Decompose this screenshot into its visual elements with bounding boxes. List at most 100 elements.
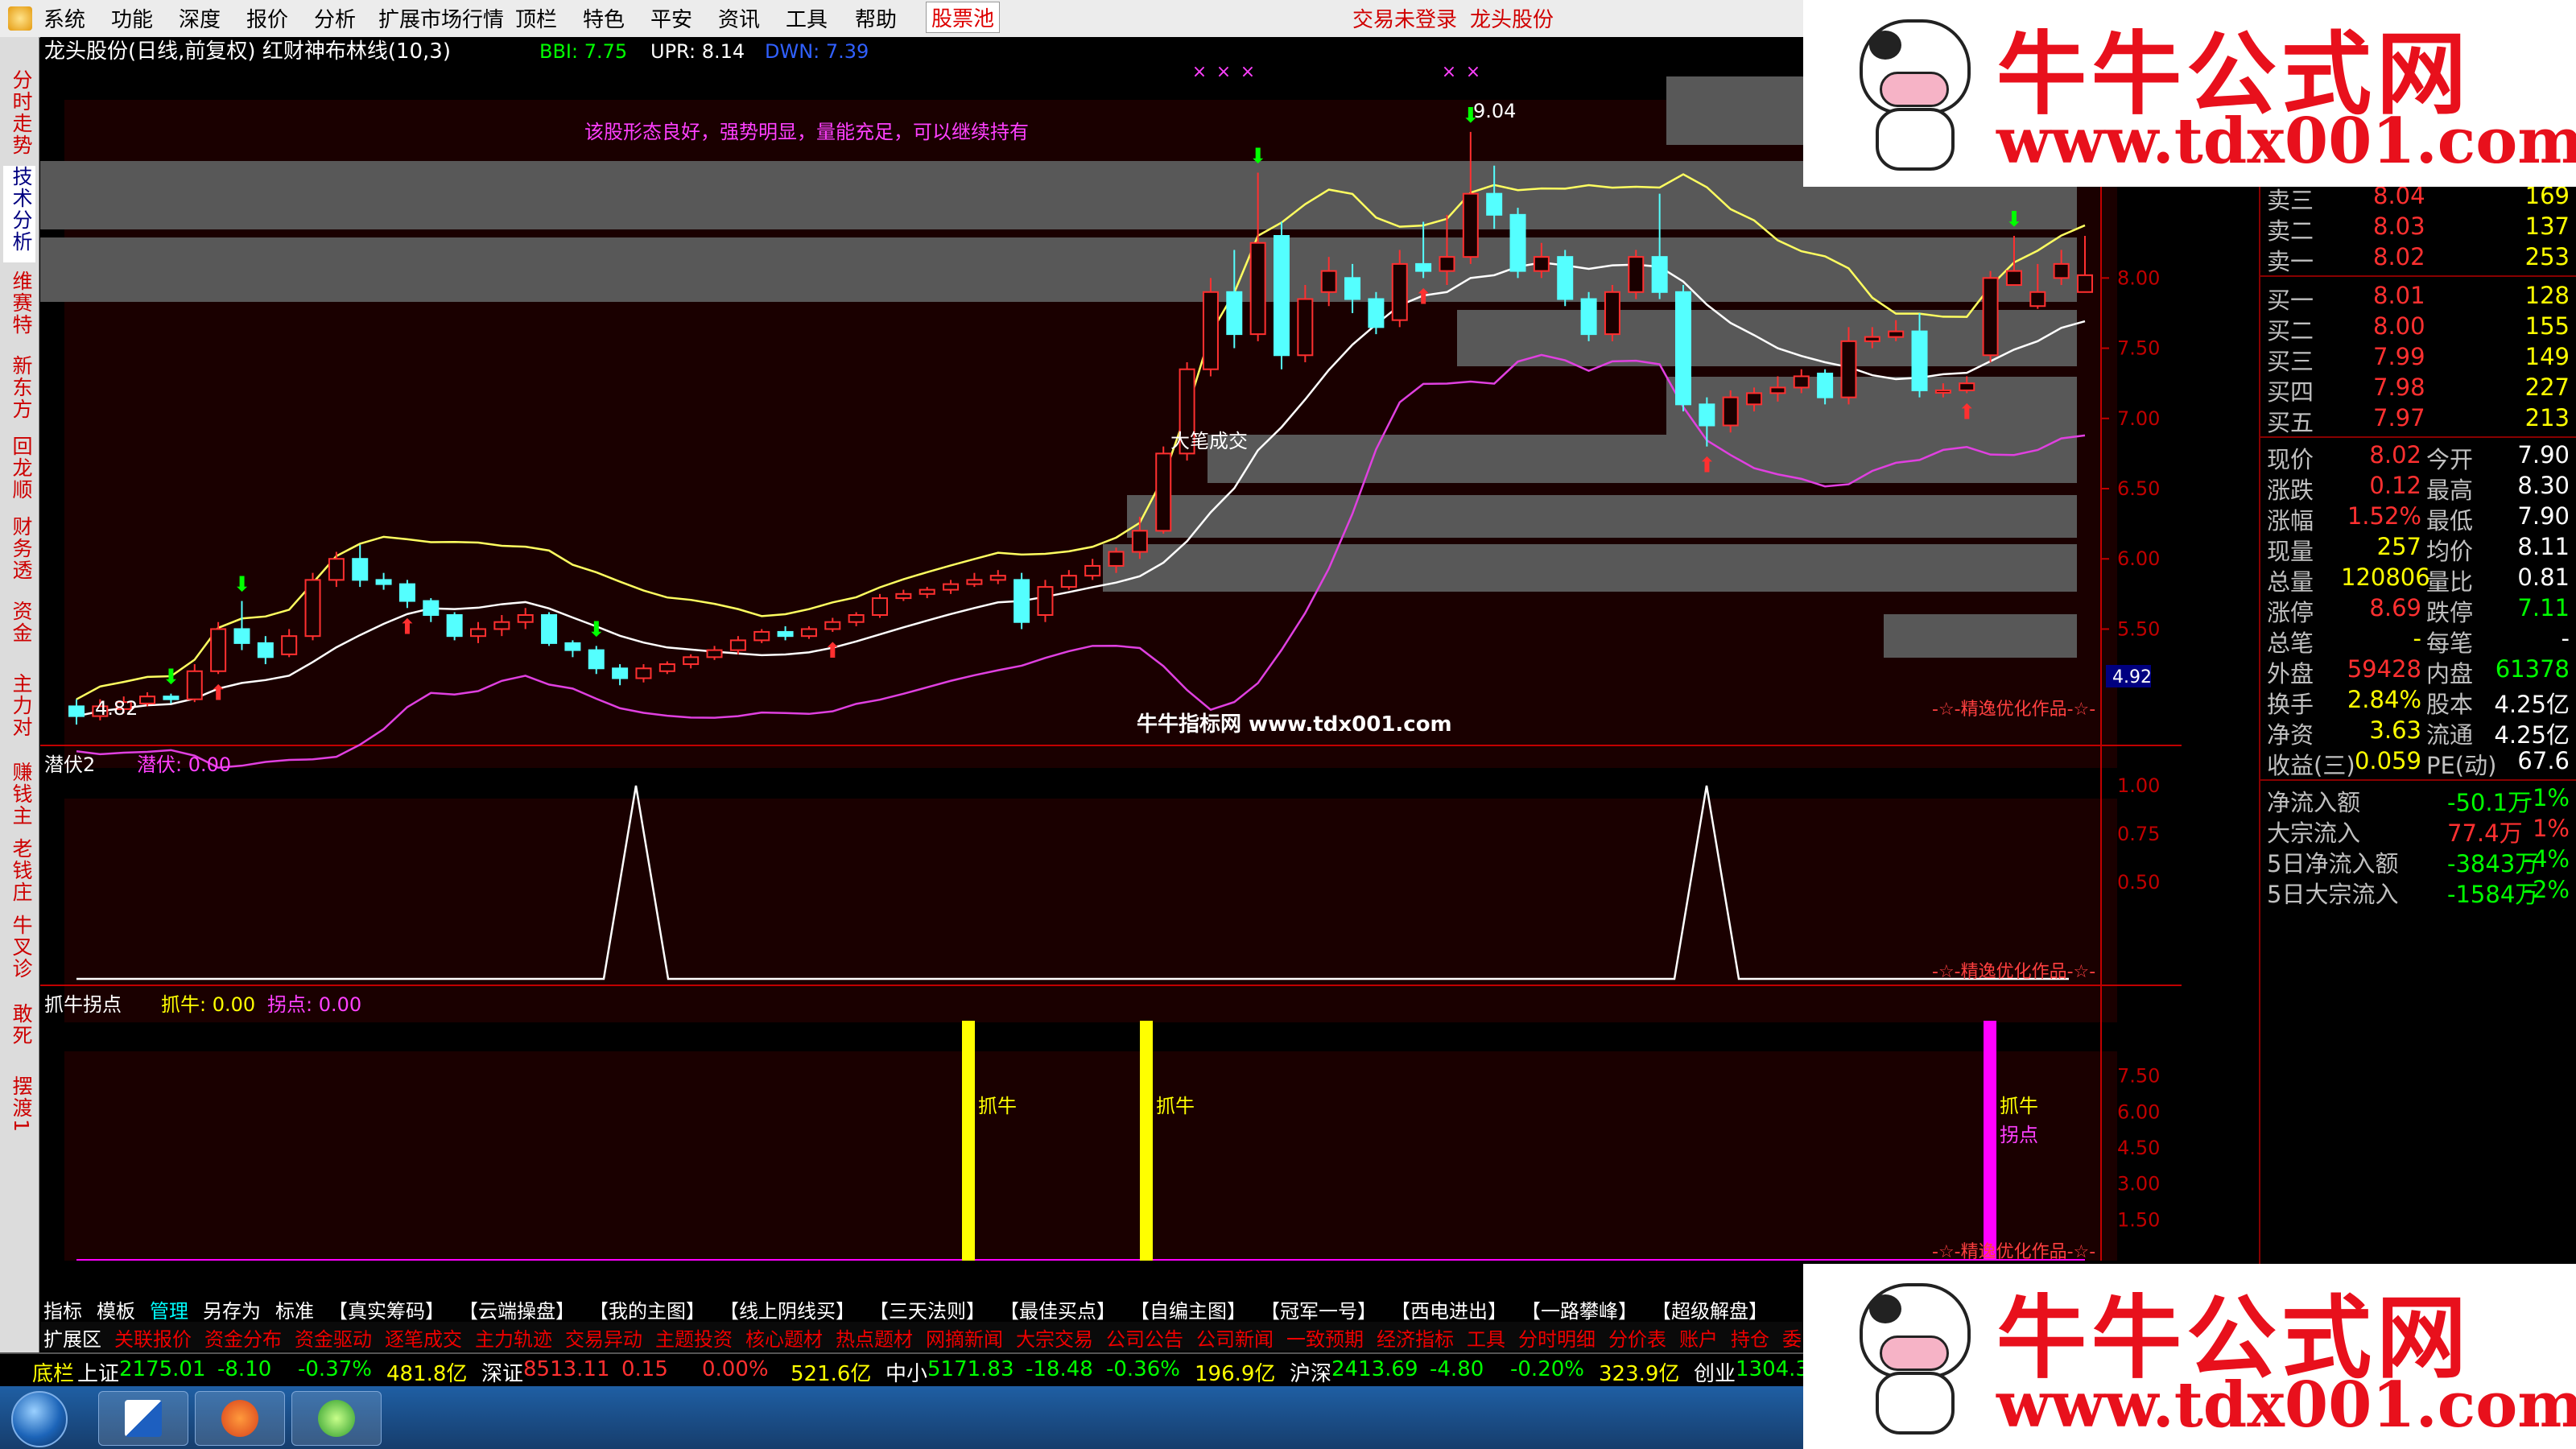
taskbar-app-icon[interactable] [98,1391,188,1446]
candle-body[interactable] [706,649,723,658]
candle-body[interactable] [233,628,250,644]
candle-body[interactable] [989,575,1006,581]
ticker-index-name[interactable]: 上证 [77,1357,119,1387]
candle-body[interactable] [1817,372,1834,398]
candle-body[interactable] [1628,256,1645,293]
ext-tab-7[interactable]: 主题投资 [655,1323,733,1352]
menu-item-7[interactable]: 特色 [583,3,625,33]
candle-body[interactable] [517,614,534,623]
bottom-tab-2[interactable]: 管理 [150,1295,188,1323]
candle-body[interactable] [257,642,274,658]
candle-body[interactable] [753,630,770,642]
ticker-index-name[interactable]: 深证 [481,1357,523,1387]
bottom-tab-0[interactable]: 指标 [43,1295,82,1323]
ext-tab-14[interactable]: 一致预期 [1286,1323,1364,1352]
menu-item-11[interactable]: 帮助 [855,3,897,33]
candle-body[interactable] [423,600,440,616]
bottom-tab-14[interactable]: 【一路攀峰】 [1521,1295,1637,1323]
candle-body[interactable] [1297,298,1314,357]
candle-body[interactable] [1439,256,1455,272]
left-tab-9[interactable]: 老钱庄 [3,838,35,910]
left-tab-0[interactable]: 分时走势 [3,69,35,166]
candle-body[interactable] [1557,256,1574,300]
candle-body[interactable] [1060,575,1077,588]
menu-item-3[interactable]: 报价 [246,3,288,33]
ext-tab-20[interactable]: 持仓 [1731,1323,1769,1352]
candle-body[interactable] [1131,530,1148,553]
candle-body[interactable] [1934,389,1951,394]
menu-item-1[interactable]: 功能 [111,3,153,33]
candle-body[interactable] [1320,270,1337,293]
candle-body[interactable] [1982,277,1999,357]
bottom-tab-9[interactable]: 【三天法则】 [869,1295,985,1323]
candle-body[interactable] [777,630,794,638]
taskbar-app-icon[interactable] [195,1391,285,1446]
candle-body[interactable] [1675,291,1691,406]
candle-body[interactable] [210,628,227,672]
bottom-tab-13[interactable]: 【西电进出】 [1391,1295,1507,1323]
bottom-tab-6[interactable]: 【云端操盘】 [459,1295,575,1323]
candle-body[interactable] [470,628,486,638]
ext-tab-2[interactable]: 资金分布 [204,1323,282,1352]
candle-body[interactable] [966,579,983,585]
left-tab-6[interactable]: 资金流 [3,601,35,665]
left-tab-12[interactable]: 摆渡1 [3,1075,35,1140]
left-tab-8[interactable]: 赚钱主 [3,762,35,834]
ext-tab-10[interactable]: 网摘新闻 [926,1323,1003,1352]
ext-tab-4[interactable]: 逐笔成交 [385,1323,462,1352]
candle-body[interactable] [352,558,369,581]
candle-body[interactable] [1604,291,1620,336]
candle-body[interactable] [446,614,463,638]
candle-body[interactable] [1226,291,1243,336]
ticker-index-name[interactable]: 中小 [886,1357,927,1387]
ext-tab-19[interactable]: 账户 [1679,1323,1718,1352]
candle-body[interactable] [1509,213,1526,272]
login-status[interactable]: 交易未登录 [1352,3,1457,33]
ext-tab-3[interactable]: 资金驱动 [295,1323,372,1352]
candle-body[interactable] [943,583,960,591]
candle-body[interactable] [2077,274,2093,293]
candle-body[interactable] [588,649,605,670]
left-tab-2[interactable]: 维赛特 [3,270,35,343]
candle-body[interactable] [1274,235,1290,357]
candle-body[interactable] [1580,298,1597,336]
ext-tab-17[interactable]: 分时明细 [1518,1323,1596,1352]
candle-body[interactable] [304,579,321,638]
ext-tab-6[interactable]: 交易异动 [565,1323,642,1352]
candle-body[interactable] [541,614,558,644]
ext-tab-0[interactable]: 扩展区 [43,1323,101,1352]
system-menu-icon[interactable] [8,6,32,31]
candle-body[interactable] [1746,392,1763,406]
menu-item-2[interactable]: 深度 [179,3,221,33]
candle-body[interactable] [1415,262,1432,272]
candle-body[interactable] [1249,242,1266,336]
candle-body[interactable] [1202,291,1219,370]
menu-item-5[interactable]: 扩展市场行情 [378,3,504,33]
start-button-icon[interactable] [11,1391,68,1447]
candle-body[interactable] [163,696,180,700]
bottom-tab-7[interactable]: 【我的主图】 [589,1295,705,1323]
candle-body[interactable] [1155,452,1172,532]
candle-body[interactable] [800,628,817,638]
candle-body[interactable] [564,642,581,651]
candle-body[interactable] [729,639,746,651]
candle-body[interactable] [2005,270,2022,287]
ext-tab-5[interactable]: 主力轨迹 [475,1323,552,1352]
candle-body[interactable] [872,597,888,616]
left-tab-4[interactable]: 回龙顺 [3,436,35,508]
candle-body[interactable] [68,705,85,717]
bottom-tab-8[interactable]: 【线上阴线买】 [720,1295,855,1323]
bottom-tab-1[interactable]: 模板 [97,1295,135,1323]
ticker-label[interactable]: 底栏 [32,1357,74,1387]
candle-body[interactable] [1722,396,1739,427]
candle-body[interactable] [1486,192,1503,216]
candle-body[interactable] [658,663,675,672]
bottom-tab-11[interactable]: 【自编主图】 [1130,1295,1246,1323]
candle-body[interactable] [1037,586,1054,616]
chart-canvas[interactable]: ⬇⬇⬇⬇⬇⬇⬆⬆⬆⬆⬆⬆× × × × ×龙头股份(日线,前复权) 红财神布林线(10,… [24,37,2182,1299]
menu-item-8[interactable]: 平安 [650,3,692,33]
candle-body[interactable] [635,667,652,679]
bottom-tab-4[interactable]: 标准 [275,1295,314,1323]
bottom-tab-3[interactable]: 另存为 [203,1295,261,1323]
candle-body[interactable] [1013,579,1030,623]
